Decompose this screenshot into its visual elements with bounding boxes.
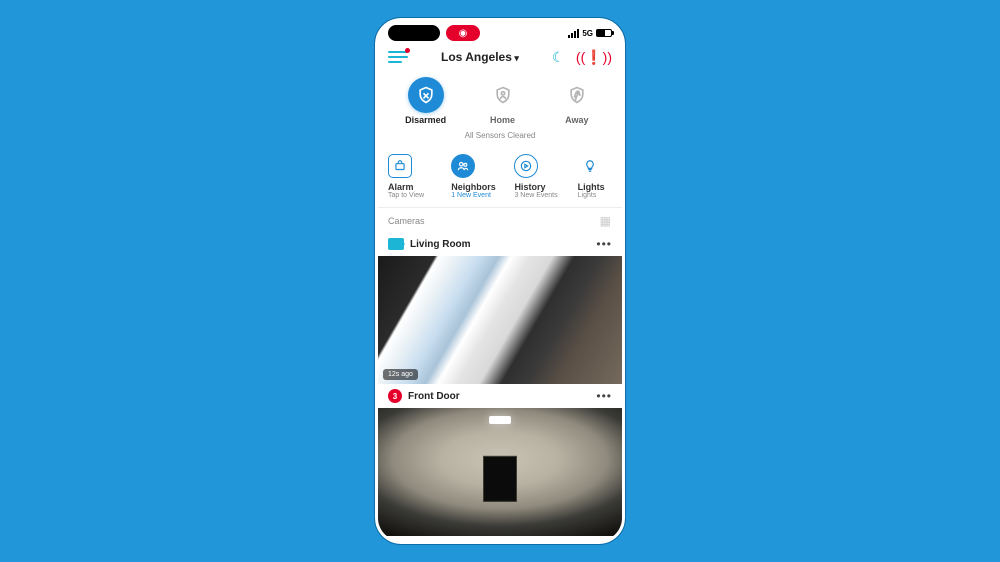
- shortcut-alarm[interactable]: Alarm Tap to View: [388, 154, 445, 199]
- top-nav: Los Angeles ☾ ((❗)): [378, 43, 622, 71]
- shortcut-history[interactable]: History 3 New Events: [514, 154, 571, 199]
- recording-pill: [446, 25, 480, 41]
- grid-layout-icon[interactable]: ▦: [600, 214, 612, 228]
- shortcut-title: Lights: [578, 182, 612, 192]
- sensor-status: All Sensors Cleared: [378, 127, 622, 148]
- away-shield-icon: [559, 77, 595, 113]
- network-label: 5G: [582, 29, 593, 38]
- arm-mode-row: Disarmed Home Away: [378, 71, 622, 127]
- camera-name: Front Door: [408, 391, 590, 402]
- mode-label: Home: [490, 115, 515, 125]
- shortcut-subtitle: 1 New Event: [451, 192, 508, 199]
- phone-frame: 5G Los Angeles ☾ ((❗)) Disarmed Home Awa…: [375, 18, 625, 544]
- menu-icon[interactable]: [388, 51, 408, 63]
- shortcut-subtitle: 3 New Events: [514, 192, 571, 199]
- camera-name: Living Room: [410, 239, 590, 250]
- moon-icon[interactable]: ☾: [552, 49, 568, 65]
- shortcut-lights[interactable]: Lights Lights: [578, 154, 612, 199]
- shortcut-subtitle: Lights: [578, 192, 612, 199]
- timestamp: 12s ago: [383, 369, 418, 380]
- cameras-section-header: Cameras ▦: [378, 208, 622, 232]
- battery-icon: [596, 29, 612, 37]
- notch: [388, 25, 440, 41]
- shortcut-title: Neighbors: [451, 182, 508, 192]
- camera-row-living-room[interactable]: Living Room •••: [378, 232, 622, 256]
- camera-thumbnail-living-room[interactable]: 12s ago: [378, 256, 622, 384]
- shortcut-row: Alarm Tap to View Neighbors 1 New Event …: [378, 148, 622, 208]
- mode-label: Disarmed: [405, 115, 446, 125]
- location-selector[interactable]: Los Angeles: [416, 50, 544, 64]
- history-icon: [514, 154, 538, 178]
- neighbors-icon: [451, 154, 475, 178]
- shortcut-subtitle: Tap to View: [388, 192, 445, 199]
- shortcut-title: Alarm: [388, 182, 445, 192]
- mode-away[interactable]: Away: [559, 77, 595, 125]
- mode-home[interactable]: Home: [485, 77, 521, 125]
- shortcut-neighbors[interactable]: Neighbors 1 New Event: [451, 154, 508, 199]
- home-shield-icon: [485, 77, 521, 113]
- shortcut-title: History: [514, 182, 571, 192]
- more-icon[interactable]: •••: [596, 237, 612, 251]
- siren-icon[interactable]: ((❗)): [576, 49, 612, 66]
- event-badge: 3: [388, 389, 402, 403]
- mode-disarmed[interactable]: Disarmed: [405, 77, 446, 125]
- lightbulb-icon: [578, 154, 602, 178]
- disarmed-shield-icon: [408, 77, 444, 113]
- section-title: Cameras: [388, 216, 425, 226]
- camera-icon: [388, 238, 404, 250]
- camera-thumbnail-front-door[interactable]: [378, 408, 622, 536]
- camera-row-front-door[interactable]: 3 Front Door •••: [378, 384, 622, 408]
- alarm-icon: [388, 154, 412, 178]
- signal-bars-icon: [568, 29, 579, 38]
- more-icon[interactable]: •••: [596, 389, 612, 403]
- system-statusbar: 5G: [378, 21, 622, 43]
- mode-label: Away: [565, 115, 588, 125]
